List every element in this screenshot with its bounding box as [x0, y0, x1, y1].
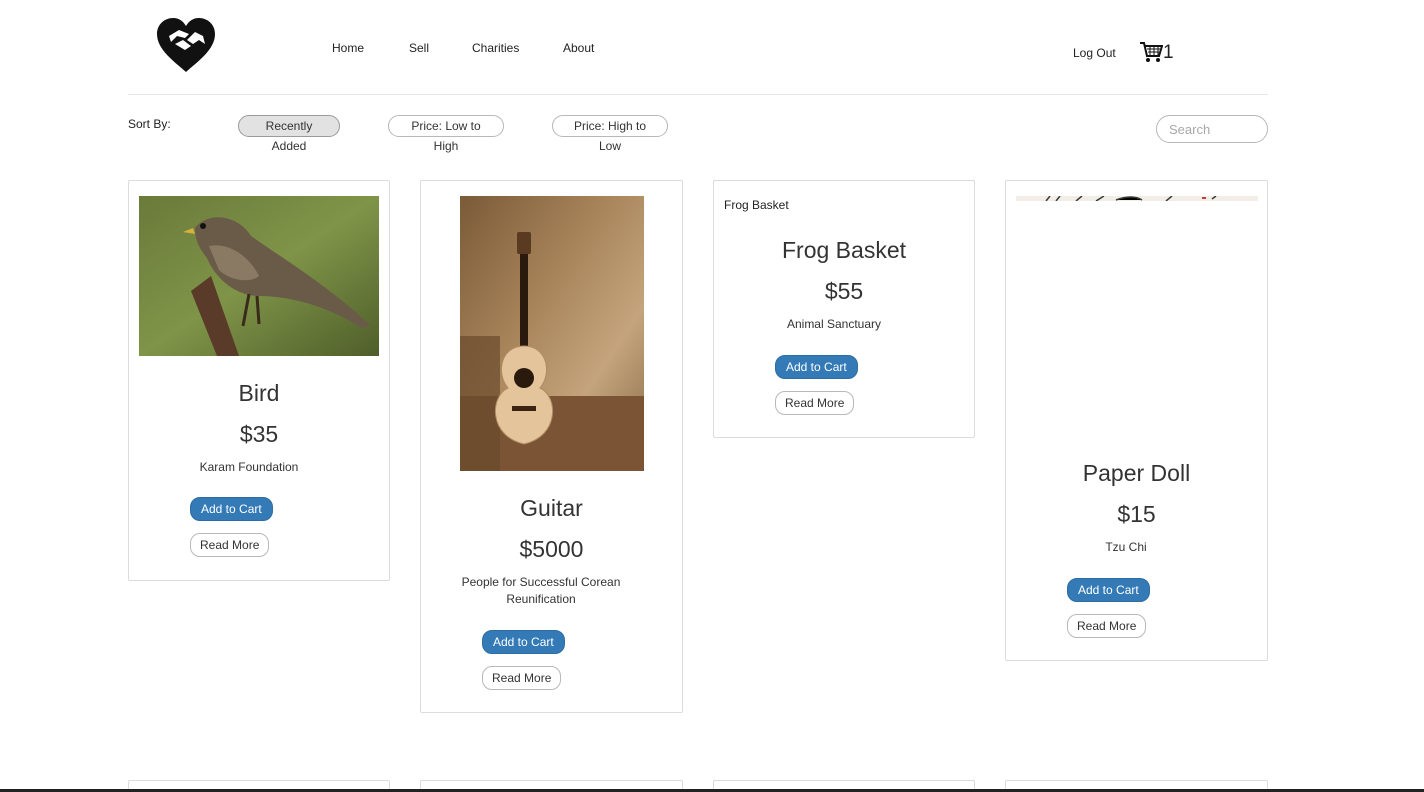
header-divider	[128, 94, 1268, 95]
product-card-paper-doll: Paper Doll $15 Tzu Chi Add to Cart Read …	[1005, 180, 1268, 661]
sort-label: Sort By:	[128, 117, 171, 131]
product-price: $15	[1117, 501, 1156, 527]
guitar-photo-image[interactable]	[460, 196, 644, 471]
nav-charities[interactable]: Charities	[472, 41, 519, 55]
read-more-button[interactable]: Read More	[190, 533, 270, 557]
product-card-bird: Bird $35 Karam Foundation Add to Cart Re…	[128, 180, 390, 581]
product-title[interactable]: Frog Basket	[714, 237, 974, 264]
logout-link[interactable]: Log Out	[1073, 46, 1116, 60]
add-to-cart-button[interactable]: Add to Cart	[775, 355, 858, 379]
paper-doll-photo-image[interactable]	[1016, 196, 1258, 201]
product-price: $5000	[519, 536, 584, 562]
product-title[interactable]: Paper Doll	[1006, 460, 1267, 487]
broken-image-alt-text[interactable]: Frog Basket	[724, 198, 789, 212]
product-title[interactable]: Guitar	[421, 495, 682, 522]
add-to-cart-button[interactable]: Add to Cart	[1067, 578, 1150, 602]
product-card-guitar: Guitar $5000 People for Successful Corea…	[420, 180, 683, 713]
sort-recently-added-button[interactable]: Recently Added	[238, 115, 340, 153]
product-charity[interactable]: Tzu Chi	[1046, 539, 1206, 556]
product-card-frog-basket: Frog Basket Frog Basket $55 Animal Sanct…	[713, 180, 975, 438]
add-to-cart-button[interactable]: Add to Cart	[190, 497, 273, 521]
cart-count[interactable]: 1	[1163, 42, 1174, 64]
heart-hands-logo-icon[interactable]	[155, 16, 217, 74]
sort-price-high-low-button[interactable]: Price: High to Low	[552, 115, 668, 153]
product-price: $55	[824, 278, 864, 304]
read-more-button[interactable]: Read More	[1067, 614, 1147, 638]
nav-about[interactable]: About	[563, 41, 594, 55]
read-more-button[interactable]: Read More	[775, 391, 855, 415]
product-charity[interactable]: Animal Sanctuary	[754, 316, 914, 333]
bird-photo-image[interactable]	[139, 196, 379, 356]
shopping-cart-icon[interactable]	[1139, 40, 1163, 64]
nav-sell[interactable]: Sell	[409, 41, 429, 55]
read-more-button[interactable]: Read More	[482, 666, 562, 690]
sort-price-low-high-button[interactable]: Price: Low to High	[388, 115, 504, 153]
product-charity[interactable]: People for Successful Corean Reunificati…	[451, 574, 631, 608]
product-charity[interactable]: Karam Foundation	[169, 459, 329, 476]
page: Home Sell Charities About Log Out 1 Sort…	[0, 0, 1424, 792]
product-title[interactable]: Bird	[129, 380, 389, 407]
search-input[interactable]	[1156, 115, 1268, 143]
nav-home[interactable]: Home	[332, 41, 364, 55]
product-price: $35	[239, 421, 279, 447]
add-to-cart-button[interactable]: Add to Cart	[482, 630, 565, 654]
